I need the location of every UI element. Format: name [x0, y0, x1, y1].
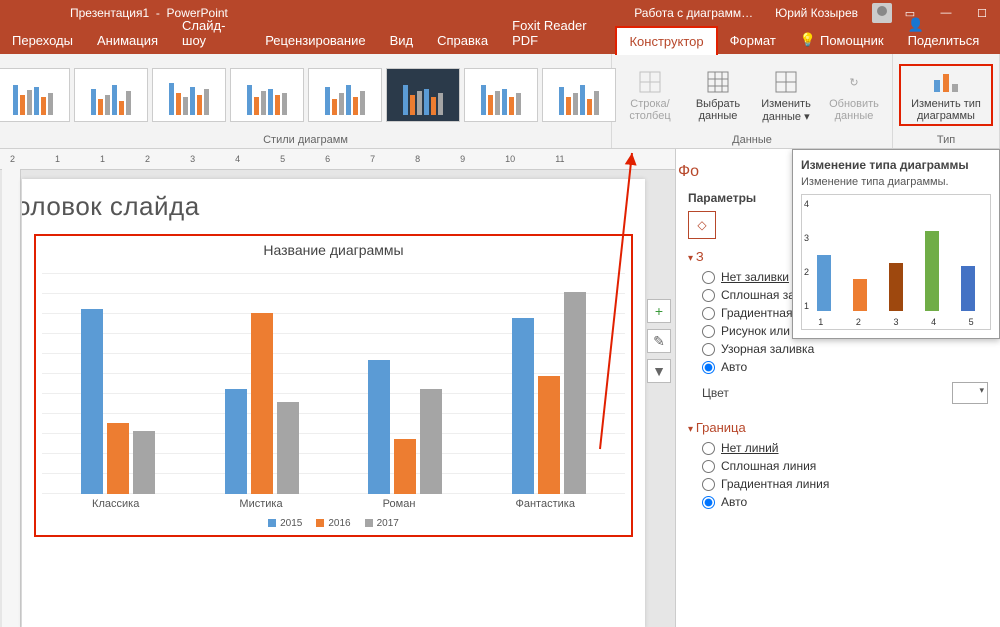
table-icon [704, 68, 732, 96]
ribbon-tabs: Переходы Анимация Слайд-шоу Рецензирован… [0, 26, 1000, 54]
tab-slideshow[interactable]: Слайд-шоу [170, 12, 253, 54]
share-button[interactable]: 👤 Поделиться [896, 11, 1000, 54]
chart-plot-area[interactable] [42, 264, 625, 494]
chart-styles-button[interactable]: ✎ [647, 329, 671, 353]
chart-style-thumb[interactable] [152, 68, 226, 122]
data-bar[interactable] [368, 360, 390, 494]
data-bar[interactable] [107, 423, 129, 494]
refresh-data-button: ↻ Обновить данные [822, 68, 886, 122]
data-bar[interactable] [512, 318, 534, 494]
chart-style-thumb[interactable] [308, 68, 382, 122]
tooltip-minichart: 1234 12345 [801, 194, 991, 330]
tab-animation[interactable]: Анимация [85, 27, 170, 54]
x-axis-label: Фантастика [516, 498, 575, 510]
bar-cluster[interactable] [81, 309, 155, 494]
tab-tell-me[interactable]: 💡 Помощник [788, 26, 896, 54]
context-tab-label: Работа с диаграмм… [620, 6, 767, 20]
bar-cluster[interactable] [512, 292, 586, 494]
data-bar[interactable] [225, 389, 247, 494]
data-bar[interactable] [81, 309, 103, 494]
border-none-option[interactable]: Нет линий [688, 439, 988, 457]
chart-elements-button[interactable]: + [647, 299, 671, 323]
fill-tab-icon[interactable]: ◇ [688, 211, 716, 239]
legend-item[interactable]: 2017 [365, 518, 399, 529]
data-bar[interactable] [251, 313, 273, 494]
mini-bar [889, 263, 903, 311]
legend-item[interactable]: 2015 [268, 518, 302, 529]
data-bar[interactable] [538, 376, 560, 494]
x-axis-label: Мистика [239, 498, 282, 510]
styles-group-label: Стили диаграмм [263, 132, 348, 146]
data-bar[interactable] [133, 431, 155, 494]
bulb-icon: 💡 [800, 32, 816, 48]
chart-object[interactable]: Название диаграммы Классика Мистика Роман Ф… [34, 234, 633, 537]
tab-format[interactable]: Формат [718, 27, 788, 54]
tab-view[interactable]: Вид [378, 27, 426, 54]
x-axis-label: Классика [92, 498, 139, 510]
fill-pattern-option[interactable]: Узорная заливка [688, 340, 988, 358]
table-edit-icon [772, 68, 800, 96]
data-bar[interactable] [564, 292, 586, 494]
select-data-button[interactable]: Выбрать данные [686, 68, 750, 122]
mini-bar [853, 279, 867, 311]
user-name: Юрий Козырев [767, 6, 866, 20]
slide-canvas[interactable]: оловок слайда Название диаграммы Классик… [22, 179, 645, 627]
edit-data-button[interactable]: Изменить данные ▾ [754, 68, 818, 123]
chart-style-thumb[interactable] [74, 68, 148, 122]
chart-legend[interactable]: 2015 2016 2017 [42, 514, 625, 533]
tab-help[interactable]: Справка [425, 27, 500, 54]
data-bar[interactable] [277, 402, 299, 494]
type-group-label: Тип [937, 132, 955, 146]
chart-style-thumb[interactable] [464, 68, 538, 122]
tab-review[interactable]: Рецензирование [253, 27, 377, 54]
data-bar[interactable] [420, 389, 442, 494]
border-section-header[interactable]: Граница [688, 420, 988, 435]
chart-flyout-buttons: + ✎ ▼ [647, 299, 671, 383]
chart-title[interactable]: Название диаграммы [42, 242, 625, 258]
border-auto-option[interactable]: Авто [688, 493, 988, 511]
legend-item[interactable]: 2016 [316, 518, 350, 529]
chart-style-thumb[interactable] [542, 68, 616, 122]
slide-title-placeholder[interactable]: оловок слайда [22, 191, 633, 222]
change-chart-type-tooltip: Изменение типа диаграммы Изменение типа … [792, 149, 1000, 339]
chart-style-thumb[interactable] [0, 68, 70, 122]
chart-filters-button[interactable]: ▼ [647, 359, 671, 383]
chart-style-thumb[interactable] [230, 68, 304, 122]
tab-foxit[interactable]: Foxit Reader PDF [500, 12, 615, 54]
vertical-ruler [2, 169, 21, 627]
change-chart-type-button[interactable]: Изменить тип диаграммы [899, 64, 993, 126]
horizontal-ruler: 211234567891011 [0, 149, 675, 170]
color-picker-button[interactable] [952, 382, 988, 404]
border-solid-option[interactable]: Сплошная линия [688, 457, 988, 475]
bar-cluster[interactable] [368, 360, 442, 494]
bar-cluster[interactable] [225, 313, 299, 494]
mini-bar [817, 255, 831, 311]
chart-style-thumb[interactable] [386, 68, 460, 122]
color-label: Цвет [702, 386, 729, 400]
tab-chart-design[interactable]: Конструктор [615, 26, 717, 55]
share-icon: 👤 [908, 17, 924, 32]
switch-icon [636, 68, 664, 96]
fill-auto-option[interactable]: Авто [688, 358, 988, 376]
chart-type-icon [932, 68, 960, 96]
ribbon: Стили диаграмм Строка/ столбец Выбрать д… [0, 54, 1000, 149]
format-pane: Фо Изменение типа диаграммы Изменение ти… [675, 149, 1000, 627]
mini-bar [961, 266, 975, 311]
mini-bar [925, 231, 939, 311]
refresh-icon: ↻ [840, 68, 868, 96]
avatar-icon[interactable] [872, 3, 892, 23]
data-bar[interactable] [394, 439, 416, 494]
data-group-label: Данные [732, 132, 772, 146]
switch-row-column-button: Строка/ столбец [618, 68, 682, 122]
border-gradient-option[interactable]: Градиентная линия [688, 475, 988, 493]
x-axis-label: Роман [383, 498, 416, 510]
slide-editor: 211234567891011 оловок слайда Название д… [0, 149, 675, 627]
tab-transitions[interactable]: Переходы [0, 27, 85, 54]
chart-x-axis: Классика Мистика Роман Фантастика [42, 494, 625, 514]
chart-styles-gallery[interactable] [0, 58, 616, 132]
